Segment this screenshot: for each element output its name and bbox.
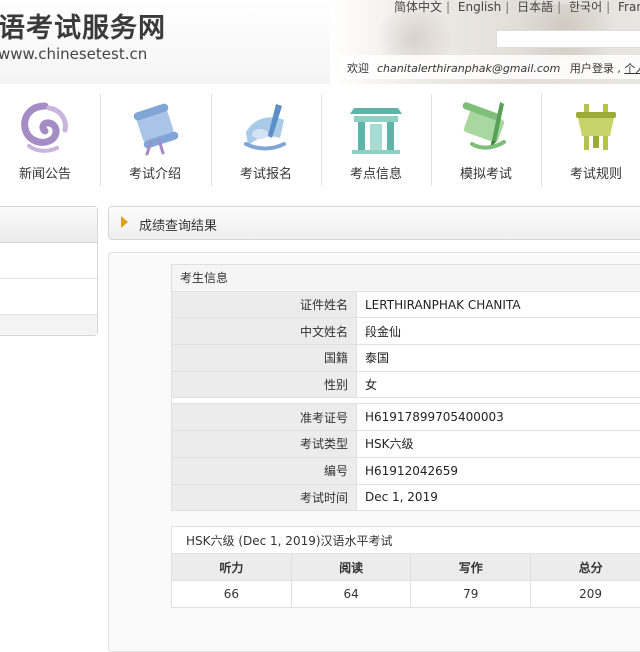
table-row: 考试类型HSK六级 [172, 431, 640, 458]
score-writing: 79 [411, 581, 531, 608]
field-value: Dec 1, 2019 [357, 484, 640, 511]
ding-vessel-icon [566, 98, 626, 158]
user-login-link[interactable]: 用户登录 [570, 62, 614, 75]
brush-scroll-icon [456, 98, 516, 158]
lang-link-ja[interactable]: 日本語 [517, 0, 553, 14]
news-swirl-icon [15, 98, 75, 158]
score-total: 209 [531, 581, 640, 608]
nav-label: 新闻公告 [0, 163, 100, 182]
score-header-listening: 听力 [172, 554, 292, 581]
candidate-info-table: 考生信息 证件姓名LERTHIRANPHAK CHANITA 中文姓名段金仙 国… [171, 264, 640, 511]
nav-item-test-centers[interactable]: 考点信息 [321, 90, 431, 190]
field-value: H61912042659 [357, 457, 640, 484]
score-listening: 66 [172, 581, 292, 608]
score-table: HSK六级 (Dec 1, 2019)汉语水平考试 听力 阅读 写作 总分 66… [171, 526, 640, 608]
field-label: 性别 [172, 371, 357, 398]
welcome-text: 欢迎 [347, 62, 369, 75]
field-value: LERTHIRANPHAK CHANITA [357, 291, 640, 318]
table-row: 性别女 [172, 371, 640, 398]
table-row: 准考证号H61917899705400003 [172, 404, 640, 431]
nav-label: 考试报名 [211, 163, 321, 182]
nav-item-exam-rules[interactable]: 考试规则 [541, 90, 640, 190]
site-title[interactable]: 语考试服务网 [0, 6, 166, 45]
score-header-total: 总分 [531, 554, 640, 581]
sidebar-item[interactable] [0, 279, 97, 315]
nav-item-news[interactable]: 新闻公告 [0, 90, 100, 190]
user-welcome: 欢迎chanitalerthiranphak@gmail.com 用户登录 , … [347, 60, 640, 76]
lang-link-fr[interactable]: Français [618, 0, 640, 14]
table-row: 国籍泰国 [172, 345, 640, 372]
lang-link-en[interactable]: English [458, 0, 501, 14]
personal-info-link[interactable]: 个人信息 [624, 62, 640, 75]
left-sidebar [0, 206, 98, 336]
field-value: 泰国 [357, 345, 640, 372]
scroll-icon [125, 98, 185, 158]
nav-label: 考点信息 [321, 163, 431, 182]
language-switcher: 简体中文| English| 日本語| 한국어| Français| F [392, 0, 640, 15]
field-label: 准考证号 [172, 404, 357, 431]
sidebar-item[interactable] [0, 243, 97, 279]
site-url: www.chinesetest.cn [0, 45, 147, 63]
table-row: 中文姓名段金仙 [172, 318, 640, 345]
arrow-right-icon [121, 216, 128, 228]
field-label: 编号 [172, 457, 357, 484]
score-header-row: 听力 阅读 写作 总分 [172, 554, 640, 581]
field-value: 女 [357, 371, 640, 398]
field-label: 国籍 [172, 345, 357, 372]
score-table-title: HSK六级 (Dec 1, 2019)汉语水平考试 [172, 527, 640, 554]
sidebar-header [0, 207, 97, 243]
field-value: 段金仙 [357, 318, 640, 345]
nav-item-registration[interactable]: 考试报名 [211, 90, 321, 190]
table-row: 证件姓名LERTHIRANPHAK CHANITA [172, 291, 640, 318]
score-values-row: 66 64 79 209 [172, 581, 640, 608]
nav-label: 考试规则 [541, 163, 640, 182]
score-header-writing: 写作 [411, 554, 531, 581]
nav-item-exam-intro[interactable]: 考试介绍 [100, 90, 210, 190]
table-row: 编号H61912042659 [172, 457, 640, 484]
field-label: 考试时间 [172, 484, 357, 511]
nav-label: 考试介绍 [100, 163, 210, 182]
site-header: 语考试服务网 www.chinesetest.cn 简体中文| English|… [0, 0, 640, 84]
score-header-reading: 阅读 [291, 554, 411, 581]
field-label: 考试类型 [172, 431, 357, 458]
sidebar-footer [0, 315, 97, 335]
lang-link-ko[interactable]: 한국어 [569, 0, 602, 14]
nav-item-mock-exam[interactable]: 模拟考试 [431, 90, 541, 190]
field-value: H61917899705400003 [357, 404, 640, 431]
results-header: 成绩查询结果 [108, 206, 640, 240]
temple-gate-icon [346, 98, 406, 158]
results-title: 成绩查询结果 [139, 215, 217, 234]
main-nav: 新闻公告 考试介绍 考试报名 考点信息 [0, 90, 640, 190]
score-reading: 64 [291, 581, 411, 608]
registration-icon [236, 98, 296, 158]
section-title: 考生信息 [172, 265, 640, 292]
field-value: HSK六级 [357, 431, 640, 458]
user-email: chanitalerthiranphak@gmail.com [377, 62, 560, 75]
field-label: 中文姓名 [172, 318, 357, 345]
nav-label: 模拟考试 [431, 163, 541, 182]
lang-link-zh[interactable]: 简体中文 [394, 0, 442, 14]
field-label: 证件姓名 [172, 291, 357, 318]
table-row: 考试时间Dec 1, 2019 [172, 484, 640, 511]
header-search-box[interactable] [496, 30, 640, 48]
